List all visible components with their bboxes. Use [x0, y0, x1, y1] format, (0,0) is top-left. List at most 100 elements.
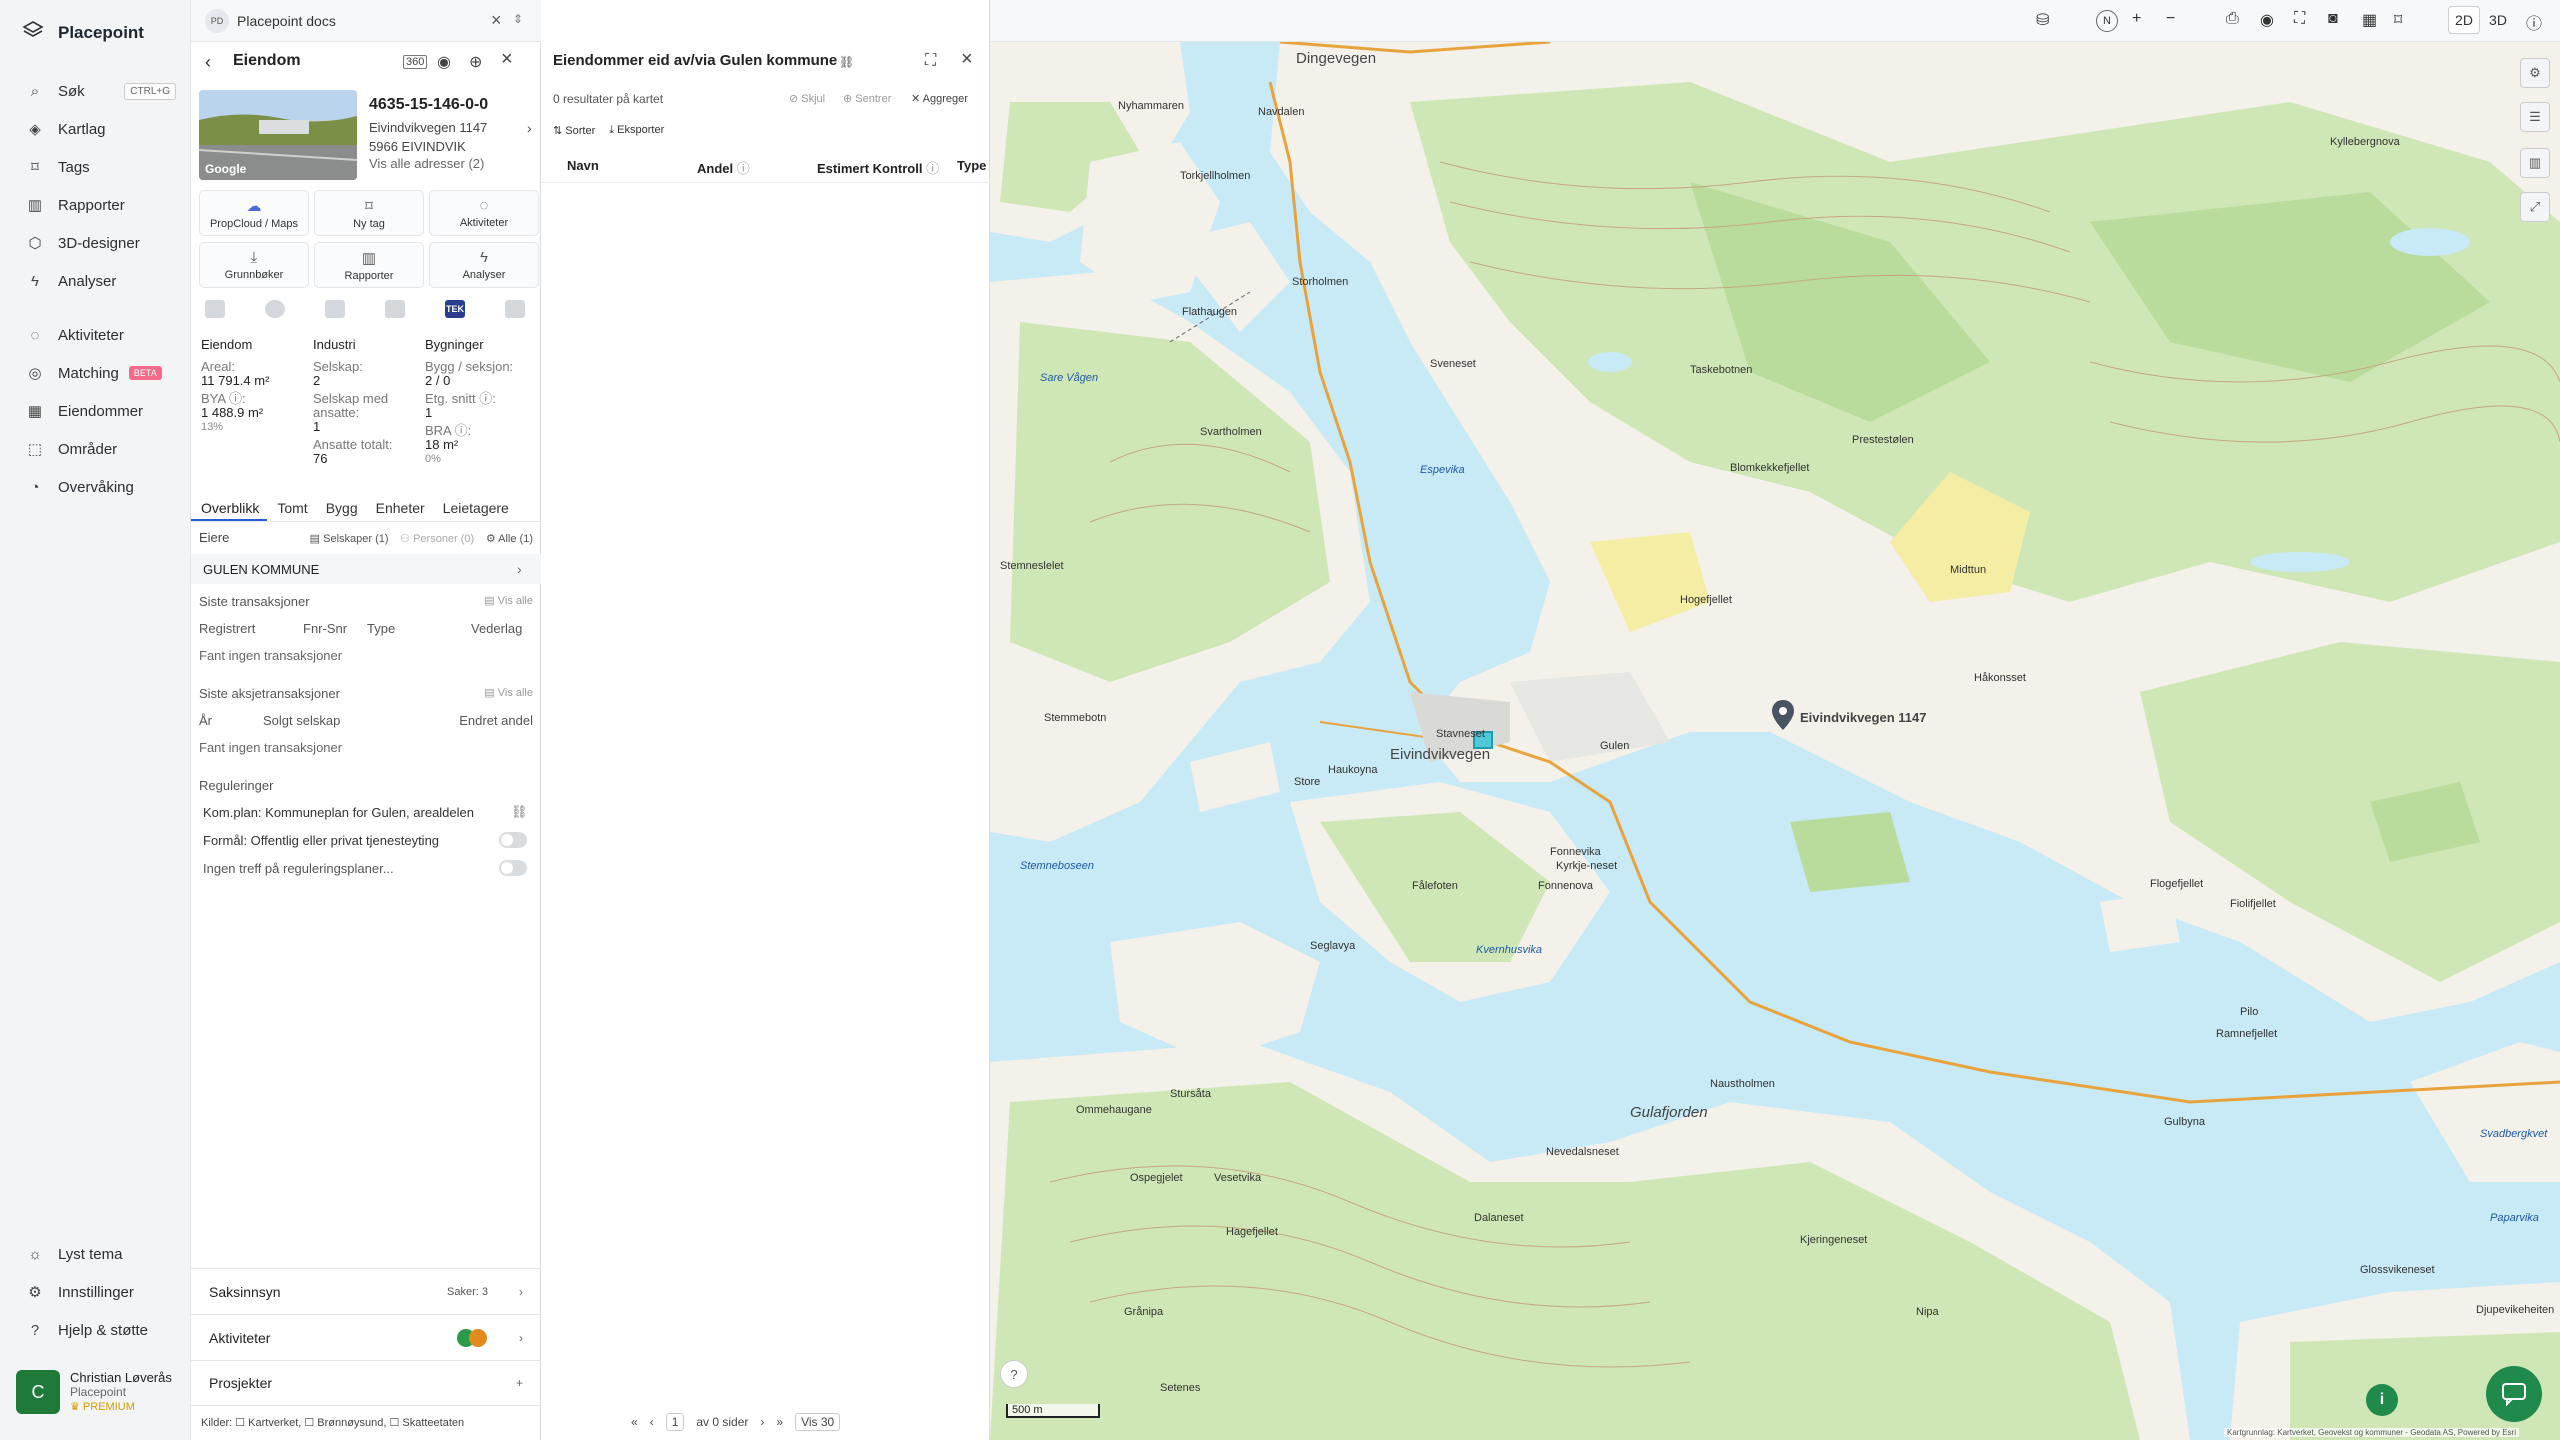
- measure-control-icon[interactable]: ⤢: [2520, 192, 2550, 222]
- nav-item-label: Lyst tema: [58, 1245, 123, 1263]
- propcloud-button[interactable]: ☁ PropCloud / Maps: [199, 190, 309, 236]
- column-header-name[interactable]: Navn: [567, 158, 599, 173]
- chip-companies[interactable]: ▤ Selskaper (1): [310, 533, 389, 545]
- accordion-activities[interactable]: Aktiviteter ›: [191, 1314, 541, 1360]
- 360-view-icon[interactable]: 360: [403, 55, 428, 69]
- data-source-icon[interactable]: [505, 300, 525, 318]
- owner-row[interactable]: GULEN KOMMUNE ›: [191, 554, 541, 584]
- nav-item-areas[interactable]: ⬚ Områder: [0, 430, 190, 468]
- add-circle-icon[interactable]: ⊕: [469, 52, 482, 72]
- nav-item-3d-designer[interactable]: ⬡ 3D-designer: [0, 224, 190, 262]
- prev-page-icon[interactable]: ‹: [650, 1415, 654, 1429]
- show-all-link[interactable]: ▤ Vis alle: [484, 686, 533, 701]
- nav-item-settings[interactable]: ⚙ Innstillinger: [0, 1273, 190, 1311]
- back-arrow-icon[interactable]: ‹: [205, 52, 211, 73]
- info-button[interactable]: i: [2366, 1384, 2398, 1416]
- close-panel-icon[interactable]: ×: [501, 48, 513, 71]
- export-button[interactable]: ⤓ Eksporter: [609, 124, 664, 137]
- nav-item-search[interactable]: ⌕ Søk CTRL+G: [0, 72, 190, 110]
- chip-persons[interactable]: ⚇ Personer (0): [400, 533, 474, 545]
- close-panel-icon[interactable]: ×: [961, 48, 973, 71]
- document-tab[interactable]: PD Placepoint docs × ⇕: [191, 0, 541, 42]
- tab-units[interactable]: Enheter: [366, 494, 433, 521]
- eye-icon[interactable]: ◉: [2260, 10, 2274, 30]
- analyses-button[interactable]: ϟ Analyser: [429, 242, 539, 288]
- zoom-in-icon[interactable]: +: [2132, 10, 2141, 28]
- close-icon[interactable]: ×: [491, 10, 502, 31]
- column-header-control[interactable]: Estimert Kontroll ⓘ: [817, 158, 939, 177]
- hide-button[interactable]: ⊘ Skjul: [789, 92, 825, 105]
- eye-icon[interactable]: ◉: [437, 52, 451, 72]
- nav-item-analyses[interactable]: ϟ Analyser: [0, 262, 190, 300]
- data-source-icon[interactable]: [385, 300, 405, 318]
- sort-button[interactable]: ⇅ Sorter: [553, 124, 595, 137]
- plans-toggle[interactable]: [499, 860, 527, 876]
- layers-stack-icon[interactable]: ⛁: [2036, 10, 2049, 30]
- nav-item-light-theme[interactable]: ☼ Lyst tema: [0, 1235, 190, 1273]
- accordion-case-access[interactable]: Saksinnsyn Saker: 3 ›: [191, 1268, 541, 1314]
- layer-control-icon[interactable]: ⚙: [2520, 58, 2550, 88]
- first-page-icon[interactable]: «: [631, 1415, 638, 1429]
- camera-icon[interactable]: ◙: [2328, 10, 2338, 28]
- tab-overview[interactable]: Overblikk: [191, 494, 268, 521]
- zoom-out-icon[interactable]: −: [2166, 10, 2175, 28]
- link-icon[interactable]: ⛓: [839, 55, 854, 69]
- data-source-icon[interactable]: [205, 300, 225, 318]
- page-input[interactable]: 1: [665, 1413, 685, 1431]
- road-control-icon[interactable]: ☰: [2520, 102, 2550, 132]
- tab-buildings[interactable]: Bygg: [316, 494, 366, 521]
- column-header-share[interactable]: Andel ⓘ: [697, 158, 750, 177]
- fullscreen-icon[interactable]: ⛶: [2294, 10, 2305, 28]
- show-all-link[interactable]: ▤ Vis alle: [484, 594, 533, 609]
- user-profile[interactable]: C Christian Løverås Placepoint ♛ PREMIUM: [16, 1370, 184, 1422]
- regulation-plan-row[interactable]: Kom.plan: Kommuneplan for Gulen, arealde…: [191, 798, 541, 826]
- location-pin-icon[interactable]: [1772, 700, 1794, 730]
- column-header-type[interactable]: Type: [957, 158, 986, 173]
- map-canvas[interactable]: Dingevegen Eivindvikvegen Gulafjorden Sa…: [990, 42, 2560, 1440]
- chip-all[interactable]: ⚙ Alle (1): [486, 533, 533, 545]
- crosshair-icon: ⊕: [843, 93, 856, 105]
- link-icon[interactable]: ⛓: [511, 804, 528, 820]
- expand-icon[interactable]: ⛶: [925, 52, 936, 70]
- aggregate-button[interactable]: ✕ Aggreger: [911, 92, 968, 105]
- center-button[interactable]: ⊕ Sentrer: [843, 92, 891, 105]
- brand[interactable]: Placepoint: [22, 20, 144, 45]
- nav-item-tags[interactable]: ⌑ Tags: [0, 148, 190, 186]
- data-source-icon[interactable]: [265, 300, 285, 318]
- map-help-icon[interactable]: ?: [1000, 1360, 1028, 1388]
- nav-item-help[interactable]: ? Hjelp & støtte: [0, 1311, 190, 1349]
- mode-2d-button[interactable]: 2D: [2448, 6, 2480, 34]
- nav-item-map-layers[interactable]: ◈ Kartlag: [0, 110, 190, 148]
- new-tag-button[interactable]: ⌑ Ny tag: [314, 190, 424, 236]
- accordion-projects[interactable]: Prosjekter +: [191, 1360, 541, 1406]
- land-registry-button[interactable]: ⤓ Grunnbøker: [199, 242, 309, 288]
- last-page-icon[interactable]: »: [776, 1415, 783, 1429]
- chevron-right-icon[interactable]: ›: [527, 120, 532, 136]
- nav-item-activities[interactable]: ◌ Aktiviteter: [0, 316, 190, 354]
- add-project-button[interactable]: +: [516, 1376, 523, 1390]
- bookmark-icon[interactable]: ⌑: [2394, 10, 2402, 30]
- compass-icon[interactable]: N: [2096, 10, 2118, 32]
- mode-3d-button[interactable]: 3D: [2482, 6, 2514, 34]
- nav-item-matching[interactable]: ◎ Matching BETA: [0, 354, 190, 392]
- activities-button[interactable]: ◌ Aktiviteter: [429, 190, 539, 236]
- chart-control-icon[interactable]: ▥: [2520, 148, 2550, 178]
- tab-tenants[interactable]: Leietagere: [433, 494, 517, 521]
- data-source-icon[interactable]: [325, 300, 345, 318]
- street-view-thumbnail[interactable]: Google: [199, 90, 357, 180]
- nav-item-reports[interactable]: ▥ Rapporter: [0, 186, 190, 224]
- next-page-icon[interactable]: ›: [760, 1415, 764, 1429]
- chevron-updown-icon[interactable]: ⇕: [513, 12, 523, 26]
- reports-button[interactable]: ▥ Rapporter: [314, 242, 424, 288]
- info-icon[interactable]: ⓘ: [2526, 10, 2542, 34]
- print-icon[interactable]: ⎙: [2226, 10, 2239, 28]
- purpose-toggle[interactable]: [499, 832, 527, 848]
- tek-source-icon[interactable]: TEK: [445, 300, 465, 318]
- page-size-select[interactable]: Vis 30: [795, 1413, 841, 1431]
- tab-plot[interactable]: Tomt: [267, 494, 315, 521]
- grid-icon[interactable]: ▦: [2362, 10, 2377, 30]
- nav-item-properties[interactable]: ▦ Eiendommer: [0, 392, 190, 430]
- all-addresses-link[interactable]: Vis alle adresser (2): [369, 156, 484, 171]
- chat-support-button[interactable]: [2486, 1366, 2542, 1422]
- nav-item-monitoring[interactable]: ◔ Overvåking: [0, 468, 190, 506]
